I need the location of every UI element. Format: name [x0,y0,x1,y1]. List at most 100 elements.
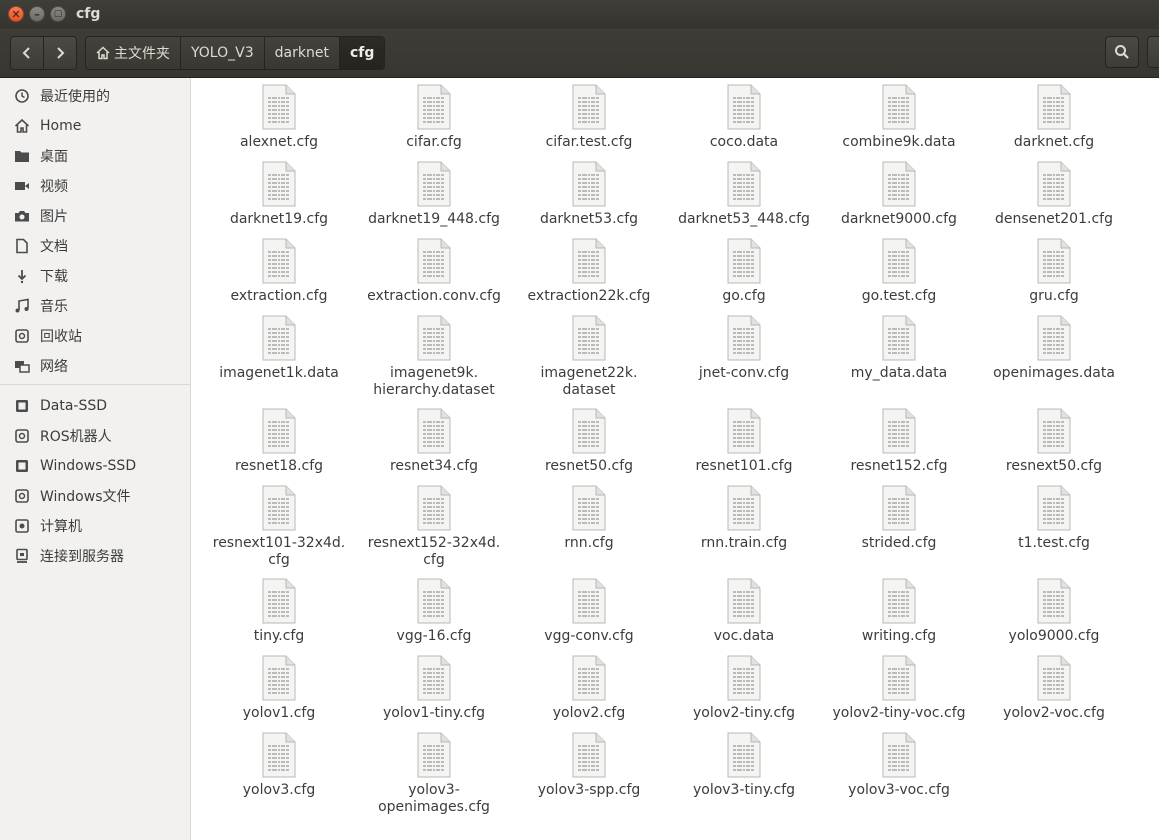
file-item[interactable]: yolov2-tiny-voc.cfg [824,655,974,722]
file-item[interactable]: writing.cfg [824,578,974,645]
back-button[interactable] [11,37,43,69]
file-item[interactable]: resnet50.cfg [514,408,664,475]
file-item[interactable]: yolov2.cfg [514,655,664,722]
breadcrumb-yolo-v3[interactable]: YOLO_V3 [180,37,264,69]
file-name: darknet9000.cfg [841,211,957,227]
view-options-button[interactable] [1147,36,1159,68]
file-item[interactable]: darknet53_448.cfg [669,161,819,228]
file-name: strided.cfg [861,535,937,551]
sidebar-item-windows-ssd[interactable]: Windows-SSD [0,451,190,481]
file-item[interactable]: resnet152.cfg [824,408,974,475]
file-item[interactable]: darknet53.cfg [514,161,664,228]
file-item[interactable]: cifar.cfg [359,84,509,151]
file-item[interactable]: darknet.cfg [979,84,1129,151]
file-item[interactable]: yolov1-tiny.cfg [359,655,509,722]
minimize-button[interactable]: – [29,6,45,22]
sidebar-item-network[interactable]: 网络 [0,351,190,381]
sidebar-item-label: 视频 [40,179,68,195]
file-item[interactable]: rnn.train.cfg [669,485,819,552]
file-item[interactable]: yolov3-voc.cfg [824,732,974,799]
file-item[interactable]: darknet19_448.cfg [359,161,509,228]
file-name: openimages.data [993,365,1115,381]
sidebar-item-music[interactable]: 音乐 [0,291,190,321]
sidebar-item-home[interactable]: Home [0,111,190,141]
file-item[interactable]: tiny.cfg [204,578,354,645]
file-name: my_data.data [850,365,948,381]
file-item[interactable]: gru.cfg [979,238,1129,305]
sidebar-item-ros-robot[interactable]: ROS机器人 [0,421,190,451]
text-file-icon [727,315,761,361]
search-icon [1115,45,1129,59]
breadcrumb-home[interactable]: 主文件夹 [86,37,180,69]
breadcrumb-darknet[interactable]: darknet [263,37,339,69]
maximize-button[interactable]: ▢ [50,6,66,22]
file-item[interactable]: rnn.cfg [514,485,664,552]
file-item[interactable]: extraction22k.cfg [514,238,664,305]
file-item[interactable]: yolov3-spp.cfg [514,732,664,799]
file-item[interactable]: extraction.cfg [204,238,354,305]
file-item[interactable]: resnet101.cfg [669,408,819,475]
sidebar-item-desktop[interactable]: 桌面 [0,141,190,171]
file-item[interactable]: resnext50.cfg [979,408,1129,475]
file-item[interactable]: yolov3.cfg [204,732,354,799]
file-item[interactable]: yolov2-voc.cfg [979,655,1129,722]
text-file-icon [417,238,451,284]
file-item[interactable]: coco.data [669,84,819,151]
file-item[interactable]: yolov1.cfg [204,655,354,722]
sidebar-item-connect-server[interactable]: 连接到服务器 [0,541,190,571]
sidebar-item-downloads[interactable]: 下载 [0,261,190,291]
file-item[interactable]: darknet9000.cfg [824,161,974,228]
file-item[interactable]: yolov3- openimages.cfg [359,732,509,816]
text-file-icon [882,84,916,130]
file-item[interactable]: combine9k.data [824,84,974,151]
sidebar-item-documents[interactable]: 文档 [0,231,190,261]
file-item[interactable]: resnet18.cfg [204,408,354,475]
file-item[interactable]: yolov2-tiny.cfg [669,655,819,722]
file-item[interactable]: yolo9000.cfg [979,578,1129,645]
sidebar-item-pictures[interactable]: 图片 [0,201,190,231]
file-item[interactable]: jnet-conv.cfg [669,315,819,382]
forward-button[interactable] [43,37,76,69]
file-item[interactable]: imagenet22k. dataset [514,315,664,399]
nav-buttons [10,36,77,70]
file-item[interactable]: resnext152-32x4d. cfg [359,485,509,569]
sidebar-item-data-ssd[interactable]: Data-SSD [0,391,190,421]
text-file-icon [417,578,451,624]
file-name: rnn.train.cfg [700,535,788,551]
search-button[interactable] [1105,36,1139,68]
file-item[interactable]: voc.data [669,578,819,645]
breadcrumb-cfg[interactable]: cfg [338,37,385,69]
file-item[interactable]: go.cfg [669,238,819,305]
file-name: coco.data [709,134,779,150]
file-item[interactable]: densenet201.cfg [979,161,1129,228]
sidebar-item-trash[interactable]: 回收站 [0,321,190,351]
sidebar-divider [0,384,190,385]
chevron-left-icon [22,47,30,59]
file-item[interactable]: alexnet.cfg [204,84,354,151]
sidebar-item-recent[interactable]: 最近使用的 [0,81,190,111]
file-item[interactable]: vgg-16.cfg [359,578,509,645]
file-item[interactable]: darknet19.cfg [204,161,354,228]
sidebar-item-label: 计算机 [40,519,82,535]
file-item[interactable]: go.test.cfg [824,238,974,305]
sidebar-item-videos[interactable]: 视频 [0,171,190,201]
sidebar-item-windows-files[interactable]: Windows文件 [0,481,190,511]
file-item[interactable]: my_data.data [824,315,974,382]
file-item[interactable]: resnext101-32x4d. cfg [204,485,354,569]
sidebar-item-computer[interactable]: 计算机 [0,511,190,541]
file-item[interactable]: imagenet9k. hierarchy.dataset [359,315,509,399]
text-file-icon [572,238,606,284]
file-item[interactable]: resnet34.cfg [359,408,509,475]
toolbar: 主文件夹 YOLO_V3 darknet cfg [0,29,1159,78]
close-button[interactable]: ✕ [8,6,24,22]
file-item[interactable]: strided.cfg [824,485,974,552]
file-item[interactable]: cifar.test.cfg [514,84,664,151]
file-item[interactable]: imagenet1k.data [204,315,354,382]
file-item[interactable]: extraction.conv.cfg [359,238,509,305]
file-item[interactable]: openimages.data [979,315,1129,382]
file-item[interactable]: vgg-conv.cfg [514,578,664,645]
file-item[interactable]: yolov3-tiny.cfg [669,732,819,799]
camera-icon [13,207,31,225]
text-file-icon [262,408,296,454]
file-item[interactable]: t1.test.cfg [979,485,1129,552]
